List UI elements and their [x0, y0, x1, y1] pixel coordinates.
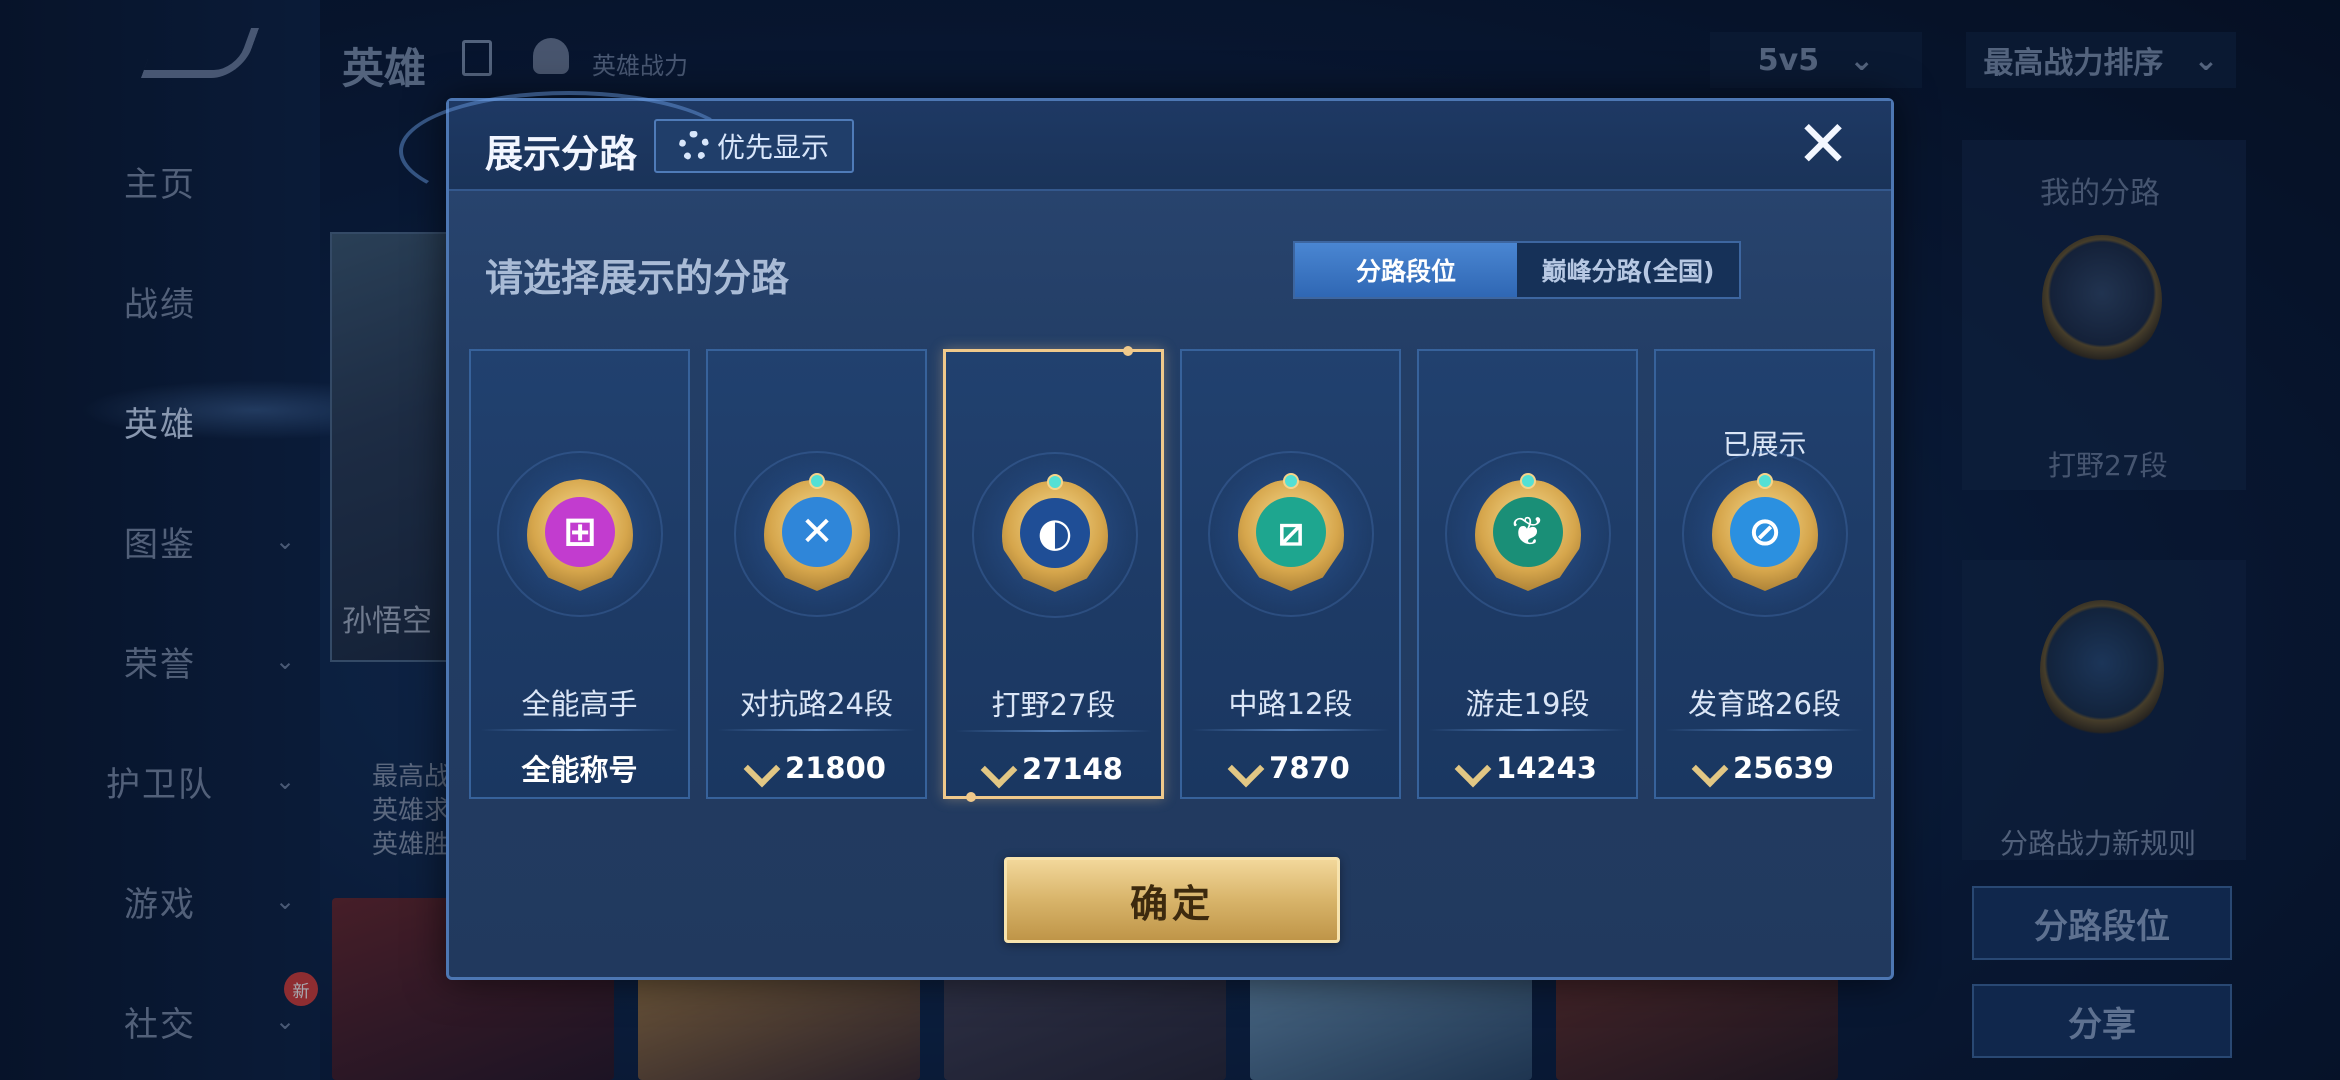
power-icon: [1695, 754, 1723, 782]
divider: [481, 729, 678, 731]
lane-card-roam[interactable]: ❦ 游走19段 14243: [1417, 349, 1638, 799]
lane-card-allround[interactable]: ⊞ 全能高手 全能称号: [469, 349, 690, 799]
lane-card-name: 游走19段: [1465, 687, 1590, 721]
lane-card-footer: 21800: [708, 743, 925, 793]
lane-card-name: 全能高手: [521, 687, 638, 721]
lane-card-mid[interactable]: ⧄ 中路12段 7870: [1180, 349, 1401, 799]
lane-card-footer: 27148: [946, 744, 1161, 794]
lane-card-name: 打野27段: [991, 688, 1116, 722]
tab-lane-rank[interactable]: 分路段位: [1295, 243, 1517, 297]
gear-icon: [678, 131, 709, 161]
lane-card-power: 21800: [785, 751, 886, 785]
dialog-subtitle: 请选择展示的分路: [485, 256, 790, 300]
lane-card-adc[interactable]: 已展示 ⊘ 发育路26段 25639: [1654, 349, 1875, 799]
dialog-header: 展示分路 优先显示 ✕: [399, 91, 1891, 211]
lane-card-footer: 14243: [1419, 743, 1636, 793]
lane-card-power: 25639: [1733, 751, 1834, 785]
power-icon: [1231, 754, 1259, 782]
priority-display-button[interactable]: 优先显示: [654, 119, 854, 173]
lane-card-footer: 7870: [1182, 743, 1399, 793]
jungle-emblem-icon: ◐: [1002, 474, 1108, 592]
corner-dot: [1123, 346, 1133, 356]
lane-card-power: 27148: [1022, 752, 1123, 786]
lane-card-power: 7870: [1269, 751, 1350, 785]
power-icon: [1458, 754, 1486, 782]
divider: [1192, 729, 1389, 731]
adc-emblem-icon: ⊘: [1712, 473, 1818, 591]
divider: [1429, 729, 1626, 731]
lane-card-name: 发育路26段: [1688, 687, 1841, 721]
lane-card-jungle[interactable]: ◐ 打野27段 27148: [943, 346, 1164, 802]
lane-card-footer-text: 全能称号: [521, 753, 638, 787]
lane-card-name: 中路12段: [1228, 687, 1353, 721]
allround-emblem-icon: ⊞: [527, 479, 633, 591]
confirm-button[interactable]: 确定: [1004, 857, 1340, 943]
divider: [956, 730, 1151, 732]
lane-card-footer: 25639: [1656, 743, 1873, 793]
roam-emblem-icon: ❦: [1475, 473, 1581, 591]
lane-display-dialog: 展示分路 优先显示 ✕ 请选择展示的分路 分路段位 巅峰分路(全国) ⊞ 全能高…: [399, 91, 1894, 980]
top-lane-emblem-icon: ✕: [764, 473, 870, 591]
lane-card-name: 对抗路24段: [740, 687, 893, 721]
close-button[interactable]: ✕: [1793, 113, 1853, 177]
power-icon: [984, 755, 1012, 783]
power-icon: [747, 754, 775, 782]
divider: [1666, 729, 1863, 731]
tab-peak-lane[interactable]: 巅峰分路(全国): [1517, 243, 1739, 297]
dialog-title: 展示分路: [485, 132, 638, 176]
lane-card-footer: 全能称号: [471, 743, 688, 793]
mid-lane-emblem-icon: ⧄: [1238, 473, 1344, 591]
lane-card-power: 14243: [1496, 751, 1597, 785]
divider: [718, 729, 915, 731]
lane-tab-group: 分路段位 巅峰分路(全国): [1293, 241, 1741, 299]
lane-card-top[interactable]: ✕ 对抗路24段 21800: [706, 349, 927, 799]
priority-display-label: 优先显示: [716, 131, 829, 164]
